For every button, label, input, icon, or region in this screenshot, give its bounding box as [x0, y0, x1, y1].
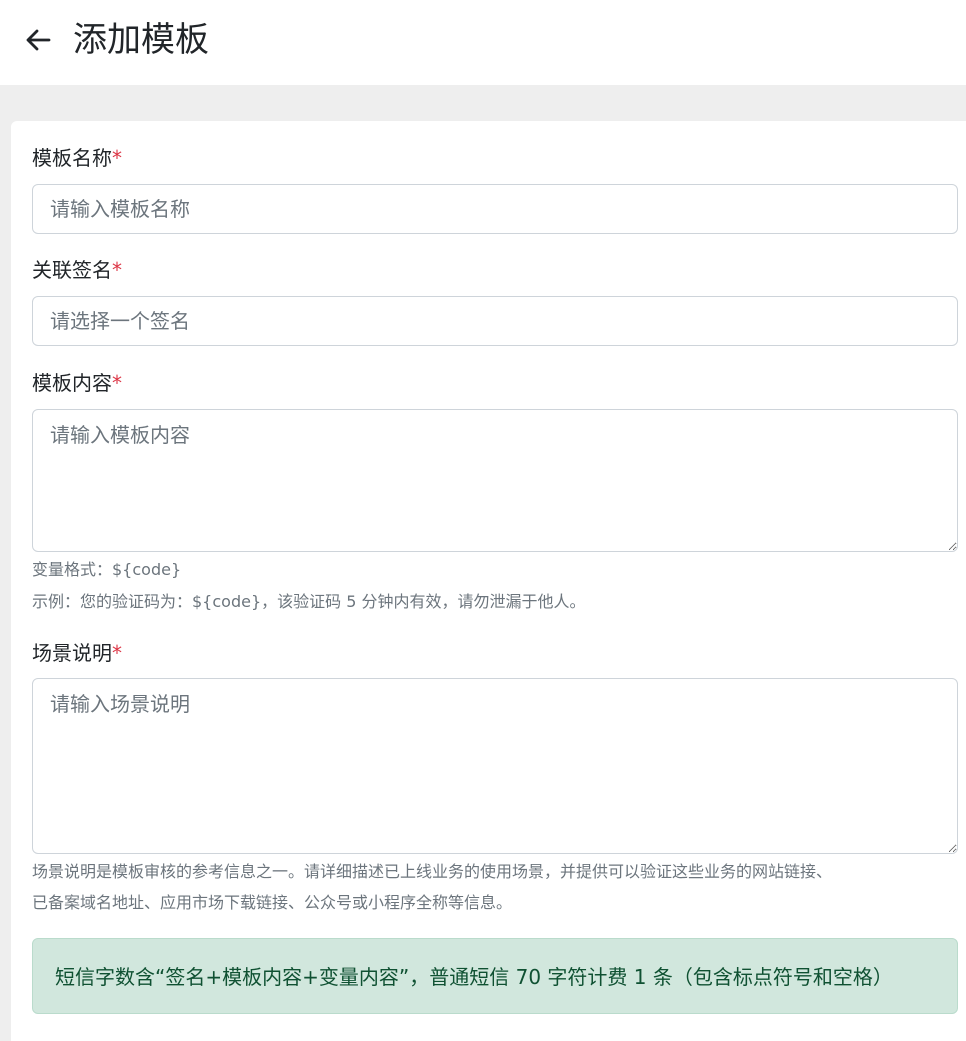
arrow-left-icon — [26, 29, 51, 51]
signature-label-text: 关联签名 — [32, 258, 112, 282]
required-mark: * — [112, 371, 122, 395]
template-content-label: 模板内容* — [32, 370, 122, 396]
template-content-label-text: 模板内容 — [32, 371, 112, 395]
scene-label: 场景说明* — [32, 640, 122, 666]
template-content-textarea[interactable] — [32, 409, 958, 552]
scene-help-line-2: 已备案域名地址、应用市场下载链接、公众号或小程序全称等信息。 — [32, 893, 513, 912]
signature-label: 关联签名* — [32, 257, 122, 283]
scene-label-text: 场景说明 — [32, 641, 112, 665]
signature-select[interactable] — [32, 296, 958, 346]
page-title: 添加模板 — [73, 20, 209, 60]
required-mark: * — [112, 146, 122, 170]
scene-textarea[interactable] — [32, 678, 958, 854]
template-name-label: 模板名称* — [32, 145, 122, 171]
scene-help-line-1: 场景说明是模板审核的参考信息之一。请详细描述已上线业务的使用场景，并提供可以验证… — [32, 862, 833, 881]
back-button[interactable] — [22, 24, 54, 56]
required-mark: * — [112, 258, 122, 282]
page-header: 添加模板 — [0, 0, 966, 85]
template-name-label-text: 模板名称 — [32, 146, 112, 170]
example-help: 示例：您的验证码为：${code}，该验证码 5 分钟内有效，请勿泄漏于他人。 — [32, 592, 586, 611]
sms-billing-notice: 短信字数含“签名+模板内容+变量内容”，普通短信 70 字符计费 1 条（包含标… — [32, 938, 958, 1014]
variable-format-help: 变量格式：${code} — [32, 560, 182, 579]
template-name-input[interactable] — [32, 184, 958, 234]
required-mark: * — [112, 641, 122, 665]
